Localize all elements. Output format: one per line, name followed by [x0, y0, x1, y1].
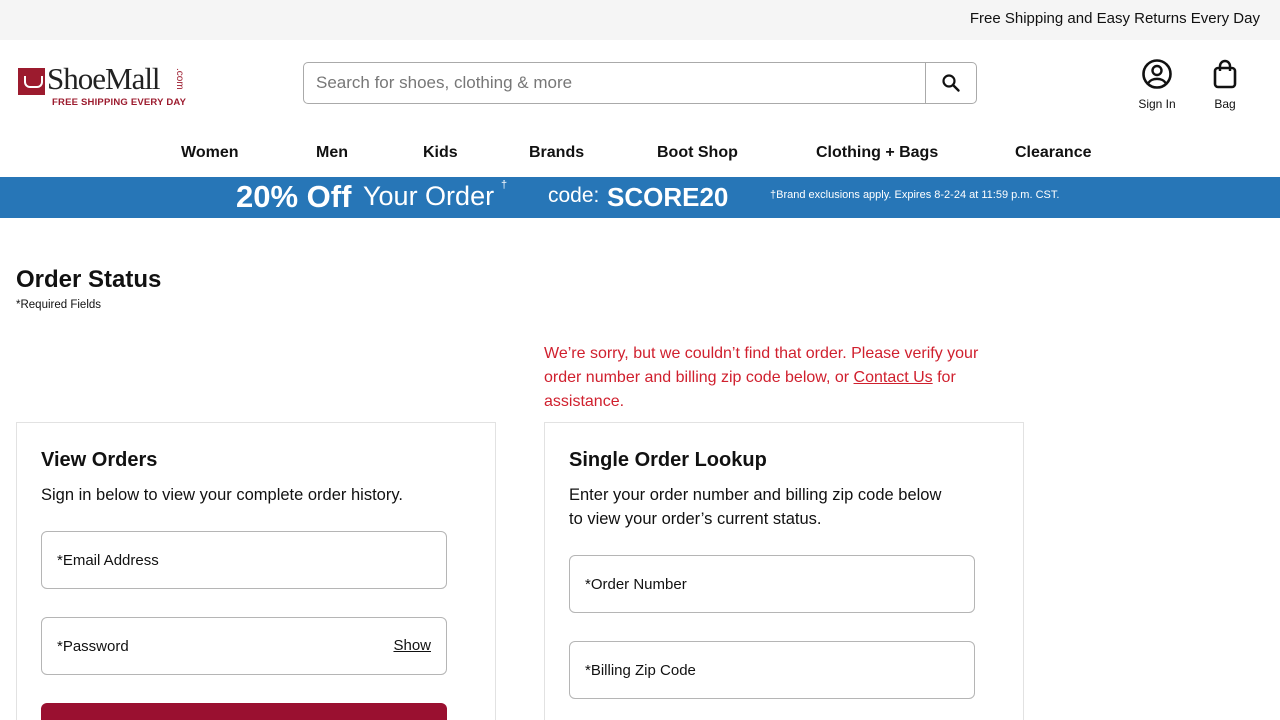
contact-us-link[interactable]: Contact Us	[854, 369, 933, 386]
logo-wordmark: ShoeMall	[47, 61, 161, 96]
nav-item-women[interactable]: Women	[181, 144, 238, 162]
promo-dagger: †	[501, 179, 508, 191]
single-lookup-title: Single Order Lookup	[569, 449, 767, 471]
promo-discount: 20% Off	[236, 179, 352, 214]
view-orders-title: View Orders	[41, 449, 158, 471]
nav-item-men[interactable]: Men	[316, 144, 348, 162]
search-input[interactable]	[304, 63, 926, 103]
logo-tagline: FREE SHIPPING EVERY DAY	[52, 97, 187, 108]
single-lookup-description: Enter your order number and billing zip …	[569, 486, 942, 528]
top-announcement-bar: Free Shipping and Easy Returns Every Day	[0, 0, 1280, 40]
promo-code: SCORE20	[607, 182, 729, 212]
sign-in-button[interactable]: Sign In	[1128, 58, 1186, 111]
password-input[interactable]	[42, 618, 446, 674]
nav-item-boot-shop[interactable]: Boot Shop	[657, 144, 738, 162]
shoemall-logo[interactable]: ShoeMall .com FREE SHIPPING EVERY DAY	[18, 61, 188, 110]
promo-fine-print: †Brand exclusions apply. Expires 8-2-24 …	[770, 189, 1060, 201]
email-field	[41, 531, 447, 589]
bag-button[interactable]: Bag	[1200, 58, 1250, 111]
billing-zip-field	[569, 641, 975, 699]
nav-item-clearance[interactable]: Clearance	[1015, 144, 1092, 162]
nav-item-clothing-bags[interactable]: Clothing + Bags	[816, 144, 938, 162]
free-shipping-text: Free Shipping and Easy Returns Every Day	[969, 10, 1260, 27]
sign-in-label: Sign In	[1138, 97, 1176, 111]
order-number-input[interactable]	[570, 556, 974, 612]
sign-in-submit-button[interactable]	[41, 703, 447, 720]
required-fields-note: *Required Fields	[16, 299, 102, 311]
view-orders-description: Sign in below to view your complete orde…	[41, 486, 403, 504]
order-number-field	[569, 555, 975, 613]
bag-label: Bag	[1214, 97, 1236, 111]
search-bar	[303, 62, 977, 104]
main-navigation: Women Men Kids Brands Boot Shop Clothing…	[0, 136, 1280, 174]
logo-suffix: .com	[174, 68, 185, 90]
single-order-lookup-card: Single Order Lookup Enter your order num…	[544, 422, 1024, 720]
order-not-found-error: We’re sorry, but we couldn’t find that o…	[544, 342, 1014, 414]
promo-code-label: code:	[548, 184, 600, 207]
email-input[interactable]	[42, 532, 446, 588]
account-icon	[1142, 59, 1172, 89]
search-icon	[942, 74, 960, 92]
password-field: Show	[41, 617, 447, 675]
promo-banner[interactable]: 20% Off Your Order † code: SCORE20 †Bran…	[0, 177, 1280, 218]
nav-item-kids[interactable]: Kids	[423, 144, 458, 162]
page-title: Order Status	[16, 266, 162, 293]
promo-headline: Your Order	[363, 181, 495, 211]
billing-zip-input[interactable]	[570, 642, 974, 698]
show-password-link[interactable]: Show	[393, 637, 431, 654]
search-button[interactable]	[925, 63, 976, 103]
shopping-bag-icon	[1213, 59, 1237, 89]
logo-mark-icon	[18, 68, 45, 95]
nav-item-brands[interactable]: Brands	[529, 144, 584, 162]
view-orders-card: View Orders Sign in below to view your c…	[16, 422, 496, 720]
